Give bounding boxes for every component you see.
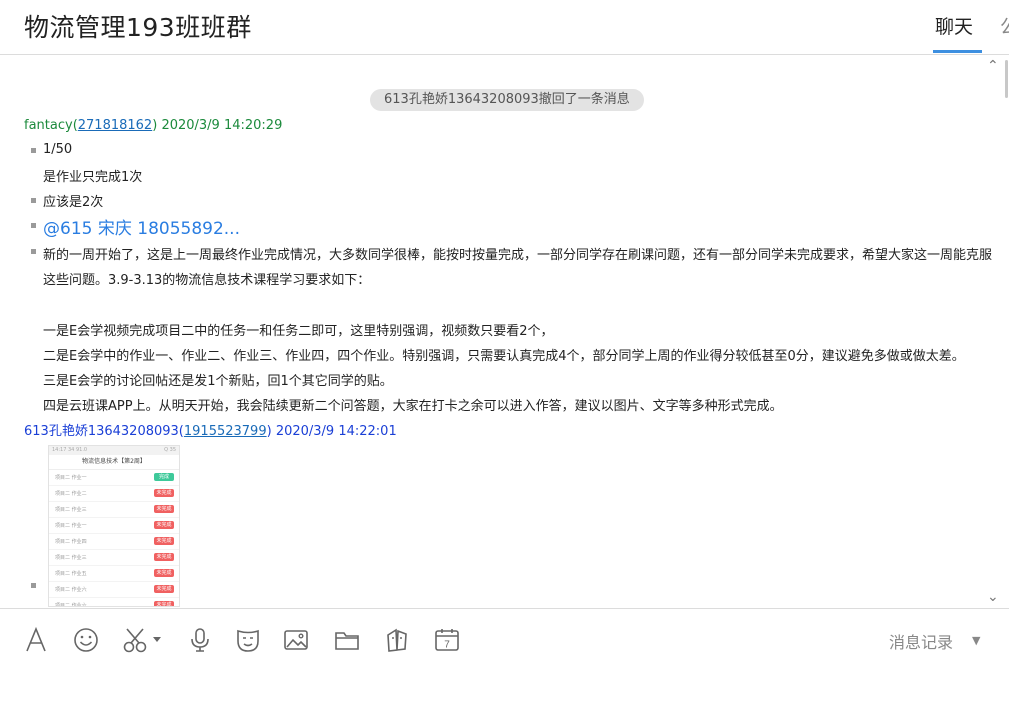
thumb-row-label: 项目二 作业一: [55, 523, 87, 529]
thumb-row: 项目二 作业二 未完成: [49, 486, 179, 502]
thumb-row: 项目二 作业三 未完成: [49, 502, 179, 518]
sender-id-link[interactable]: 1915523799: [184, 424, 267, 439]
recall-notice: 613孔艳娇13643208093撤回了一条消息: [370, 89, 644, 111]
chevron-down-icon[interactable]: ▼: [972, 634, 980, 647]
thumb-row-label: 项目二 作业一: [55, 475, 87, 481]
image-icon[interactable]: [282, 626, 310, 654]
thumb-status-tag: 未完成: [154, 505, 174, 513]
scroll-top-icon[interactable]: ⌃: [987, 58, 999, 74]
sender-name: 613孔艳娇13643208093: [24, 424, 179, 439]
message-text: 是作业只完成1次: [43, 170, 143, 185]
message-text: 新的一周开始了，这是上一周最终作业完成情况，大多数同学很棒，能按时按量完成，一部…: [43, 248, 993, 263]
list-bullet: [31, 148, 36, 153]
thumb-row-label: 项目二 作业五: [55, 571, 87, 577]
scroll-bottom-icon[interactable]: ⌄: [987, 589, 999, 605]
sticker-icon[interactable]: [234, 626, 262, 654]
message-text: 应该是2次: [43, 195, 104, 210]
list-bullet: [31, 583, 36, 588]
thumb-row: 项目二 作业六 未完成: [49, 598, 179, 607]
thumb-row: 项目二 作业六 未完成: [49, 582, 179, 598]
thumb-status-tag: 未完成: [154, 489, 174, 497]
chat-header: 物流管理193班班群 聊天 公: [0, 0, 1009, 55]
tab-chat[interactable]: 聊天: [935, 12, 973, 39]
thumb-row-label: 项目二 作业六: [55, 587, 87, 593]
thumb-row: 项目二 作业三 未完成: [49, 550, 179, 566]
list-bullet: [31, 249, 36, 254]
image-attachment[interactable]: 14:17 34 91.0 Q 35 物流信息技术【第2周】 项目二 作业一 完成…: [48, 445, 180, 607]
font-icon[interactable]: [22, 626, 50, 654]
emoji-icon[interactable]: [72, 626, 100, 654]
group-title: 物流管理193班班群: [24, 13, 252, 42]
input-toolbar: 7 消息记录 ▼: [0, 608, 1009, 720]
sender-name: fantacy: [24, 118, 73, 133]
chat-scrollbar[interactable]: [995, 56, 1009, 608]
calendar-day: 7: [444, 640, 450, 651]
thumb-row: 项目二 作业一 完成: [49, 470, 179, 486]
message-text: 一是E会学视频完成项目二中的任务一和任务二即可，这里特别强调，视频数只要看2个，: [43, 324, 554, 339]
message-text: 四是云班课APP上。从明天开始，我会陆续更新二个问答题，大家在打卡之余可以进入作…: [43, 399, 783, 414]
message-time: 2020/3/9 14:22:01: [275, 424, 397, 439]
thumb-status-tag: 未完成: [154, 521, 174, 529]
mention-link[interactable]: @615 宋庆 18055892...: [43, 214, 240, 239]
thumb-status-tag: 未完成: [154, 569, 174, 577]
folder-icon[interactable]: [333, 626, 361, 654]
thumb-status-tag: 未完成: [154, 585, 174, 593]
message-text: 这些问题。3.9-3.13的物流信息技术课程学习要求如下：: [43, 273, 371, 288]
thumb-row: 项目二 作业五 未完成: [49, 566, 179, 582]
thumb-status-right: Q 35: [164, 447, 176, 453]
message-sender: fantacy(271818162) 2020/3/9 14:20:29: [24, 118, 283, 133]
thumb-row: 项目二 作业四 未完成: [49, 534, 179, 550]
thumb-rows: 项目二 作业一 完成 项目二 作业二 未完成 项目二 作业三 未完成 项目二 作业一 未完成项…: [49, 470, 179, 607]
thumb-status-bar: 14:17 34 91.0 Q 35: [49, 446, 179, 455]
thumb-status-tag: 未完成: [154, 537, 174, 545]
message-history-button[interactable]: 消息记录: [889, 629, 953, 653]
thumb-status-tag: 完成: [154, 473, 174, 481]
thumb-title: 物流信息技术【第2周】: [49, 455, 179, 470]
tab-active-indicator: [933, 50, 982, 53]
voice-mic-icon[interactable]: [186, 626, 214, 654]
message-text: 三是E会学的讨论回帖还是发1个新贴，回1个其它同学的贴。: [43, 374, 393, 389]
thumb-status-tag: 未完成: [154, 601, 174, 606]
message-text: 1/50: [43, 142, 73, 157]
message-text: 二是E会学中的作业一、作业二、作业三、作业四，四个作业。特别强调，只需要认真完成…: [43, 349, 965, 364]
gift-box-icon[interactable]: [383, 626, 411, 654]
calendar-icon[interactable]: 7: [433, 626, 461, 654]
sender-id-link[interactable]: 271818162: [78, 118, 152, 133]
tab-announcement[interactable]: 公: [1000, 12, 1009, 39]
screenshot-scissors-icon[interactable]: [122, 626, 164, 654]
scroll-thumb[interactable]: [1005, 60, 1008, 98]
thumb-row-label: 项目二 作业三: [55, 507, 87, 513]
thumb-status-tag: 未完成: [154, 553, 174, 561]
list-bullet: [31, 223, 36, 228]
thumb-row: 项目二 作业一 未完成: [49, 518, 179, 534]
thumb-row-label: 项目二 作业六: [55, 603, 87, 607]
thumb-row-label: 项目二 作业四: [55, 539, 87, 545]
thumb-row-label: 项目二 作业二: [55, 491, 87, 497]
thumb-status-text: 14:17 34 91.0: [52, 447, 88, 453]
message-list[interactable]: 613孔艳娇13643208093撤回了一条消息 fantacy(2718181…: [0, 56, 994, 608]
thumb-row-label: 项目二 作业三: [55, 555, 87, 561]
message-time: 2020/3/9 14:20:29: [161, 118, 283, 133]
list-bullet: [31, 198, 36, 203]
message-sender: 613孔艳娇13643208093(1915523799) 2020/3/9 1…: [24, 424, 397, 439]
